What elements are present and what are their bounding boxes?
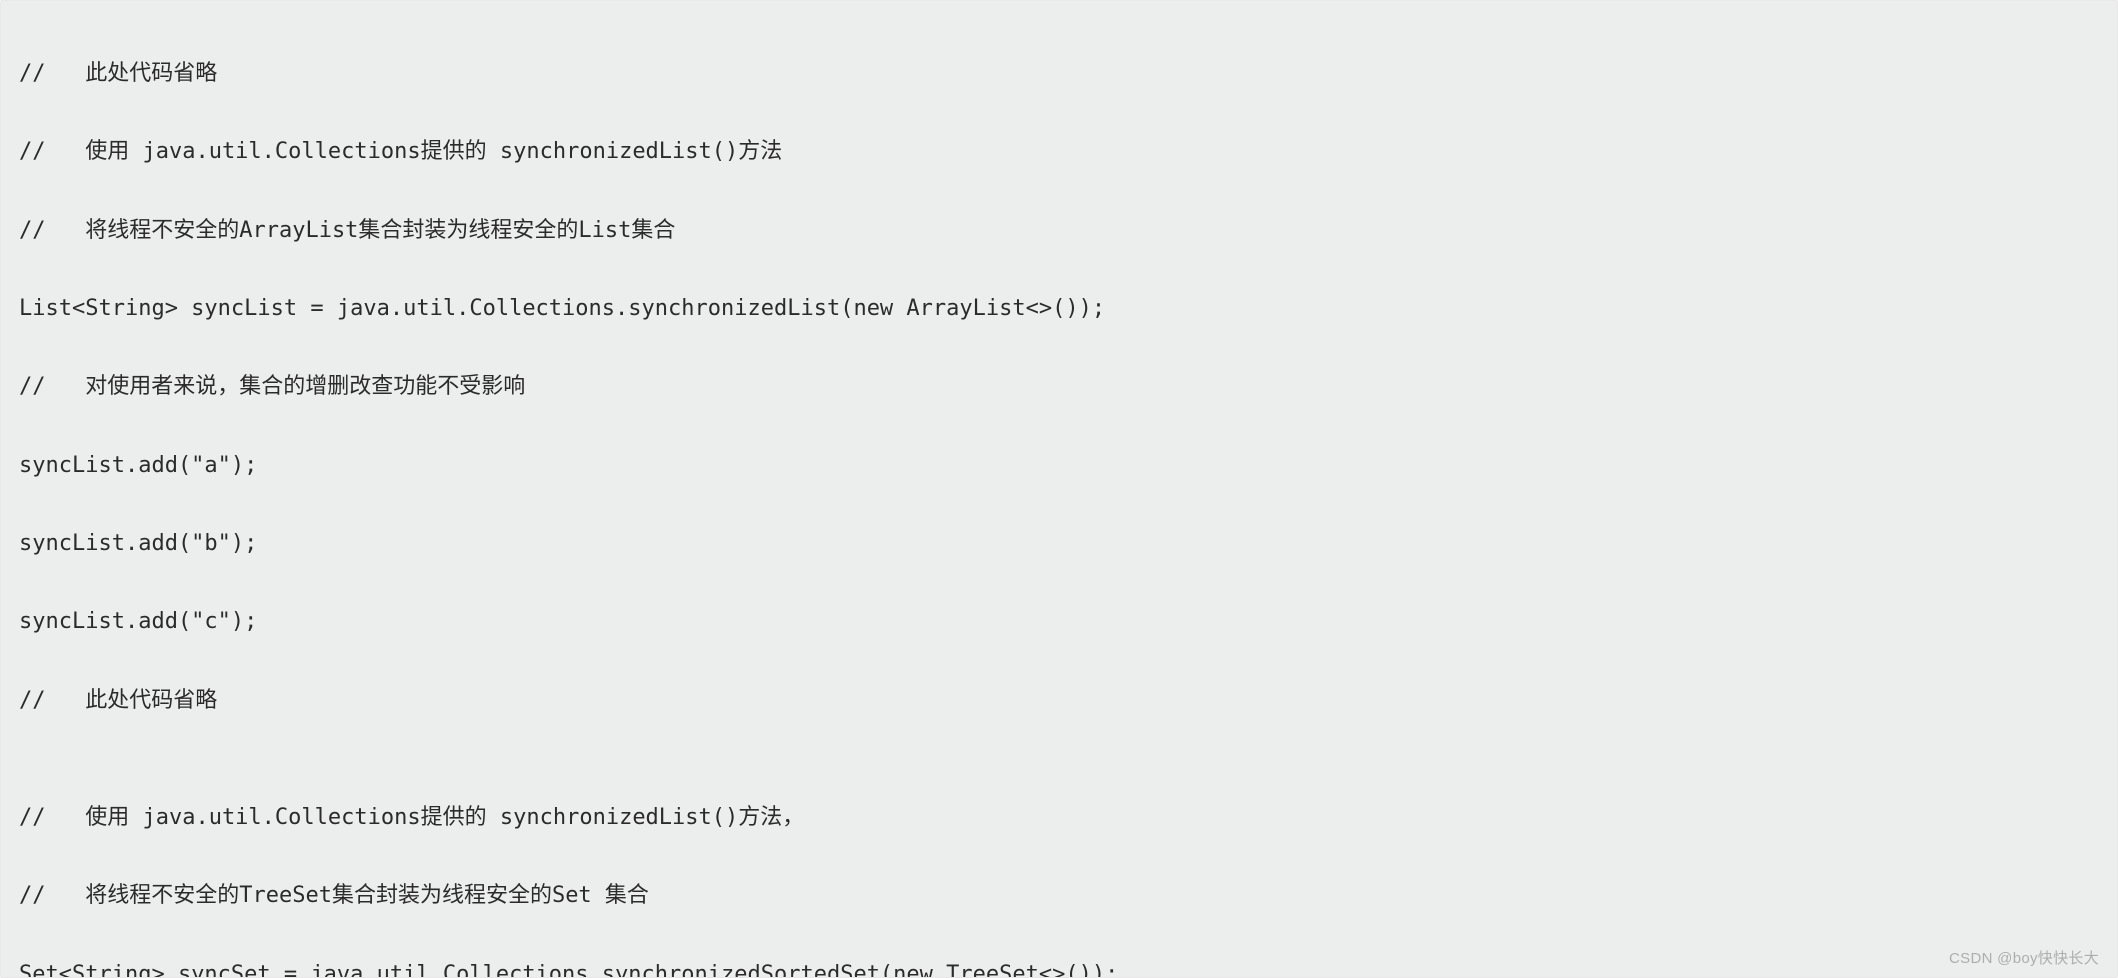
watermark-text: CSDN @boy快快长大	[1949, 946, 2099, 973]
code-line: // 此处代码省略	[19, 54, 2099, 93]
code-block: // 此处代码省略 // 使用 java.util.Collections提供的…	[0, 0, 2118, 978]
code-line: syncList.add("b");	[19, 524, 2099, 563]
code-line: // 使用 java.util.Collections提供的 synchroni…	[19, 798, 2099, 837]
code-line: // 此处代码省略	[19, 681, 2099, 720]
code-line: // 使用 java.util.Collections提供的 synchroni…	[19, 132, 2099, 171]
code-line: // 将线程不安全的ArrayList集合封装为线程安全的List集合	[19, 211, 2099, 250]
code-line: // 对使用者来说，集合的增删改查功能不受影响	[19, 367, 2099, 406]
code-line: // 将线程不安全的TreeSet集合封装为线程安全的Set 集合	[19, 876, 2099, 915]
code-line: List<String> syncList = java.util.Collec…	[19, 289, 2099, 328]
code-line: Set<String> syncSet = java.util.Collecti…	[19, 955, 2099, 978]
code-line: syncList.add("a");	[19, 446, 2099, 485]
code-line: syncList.add("c");	[19, 602, 2099, 641]
